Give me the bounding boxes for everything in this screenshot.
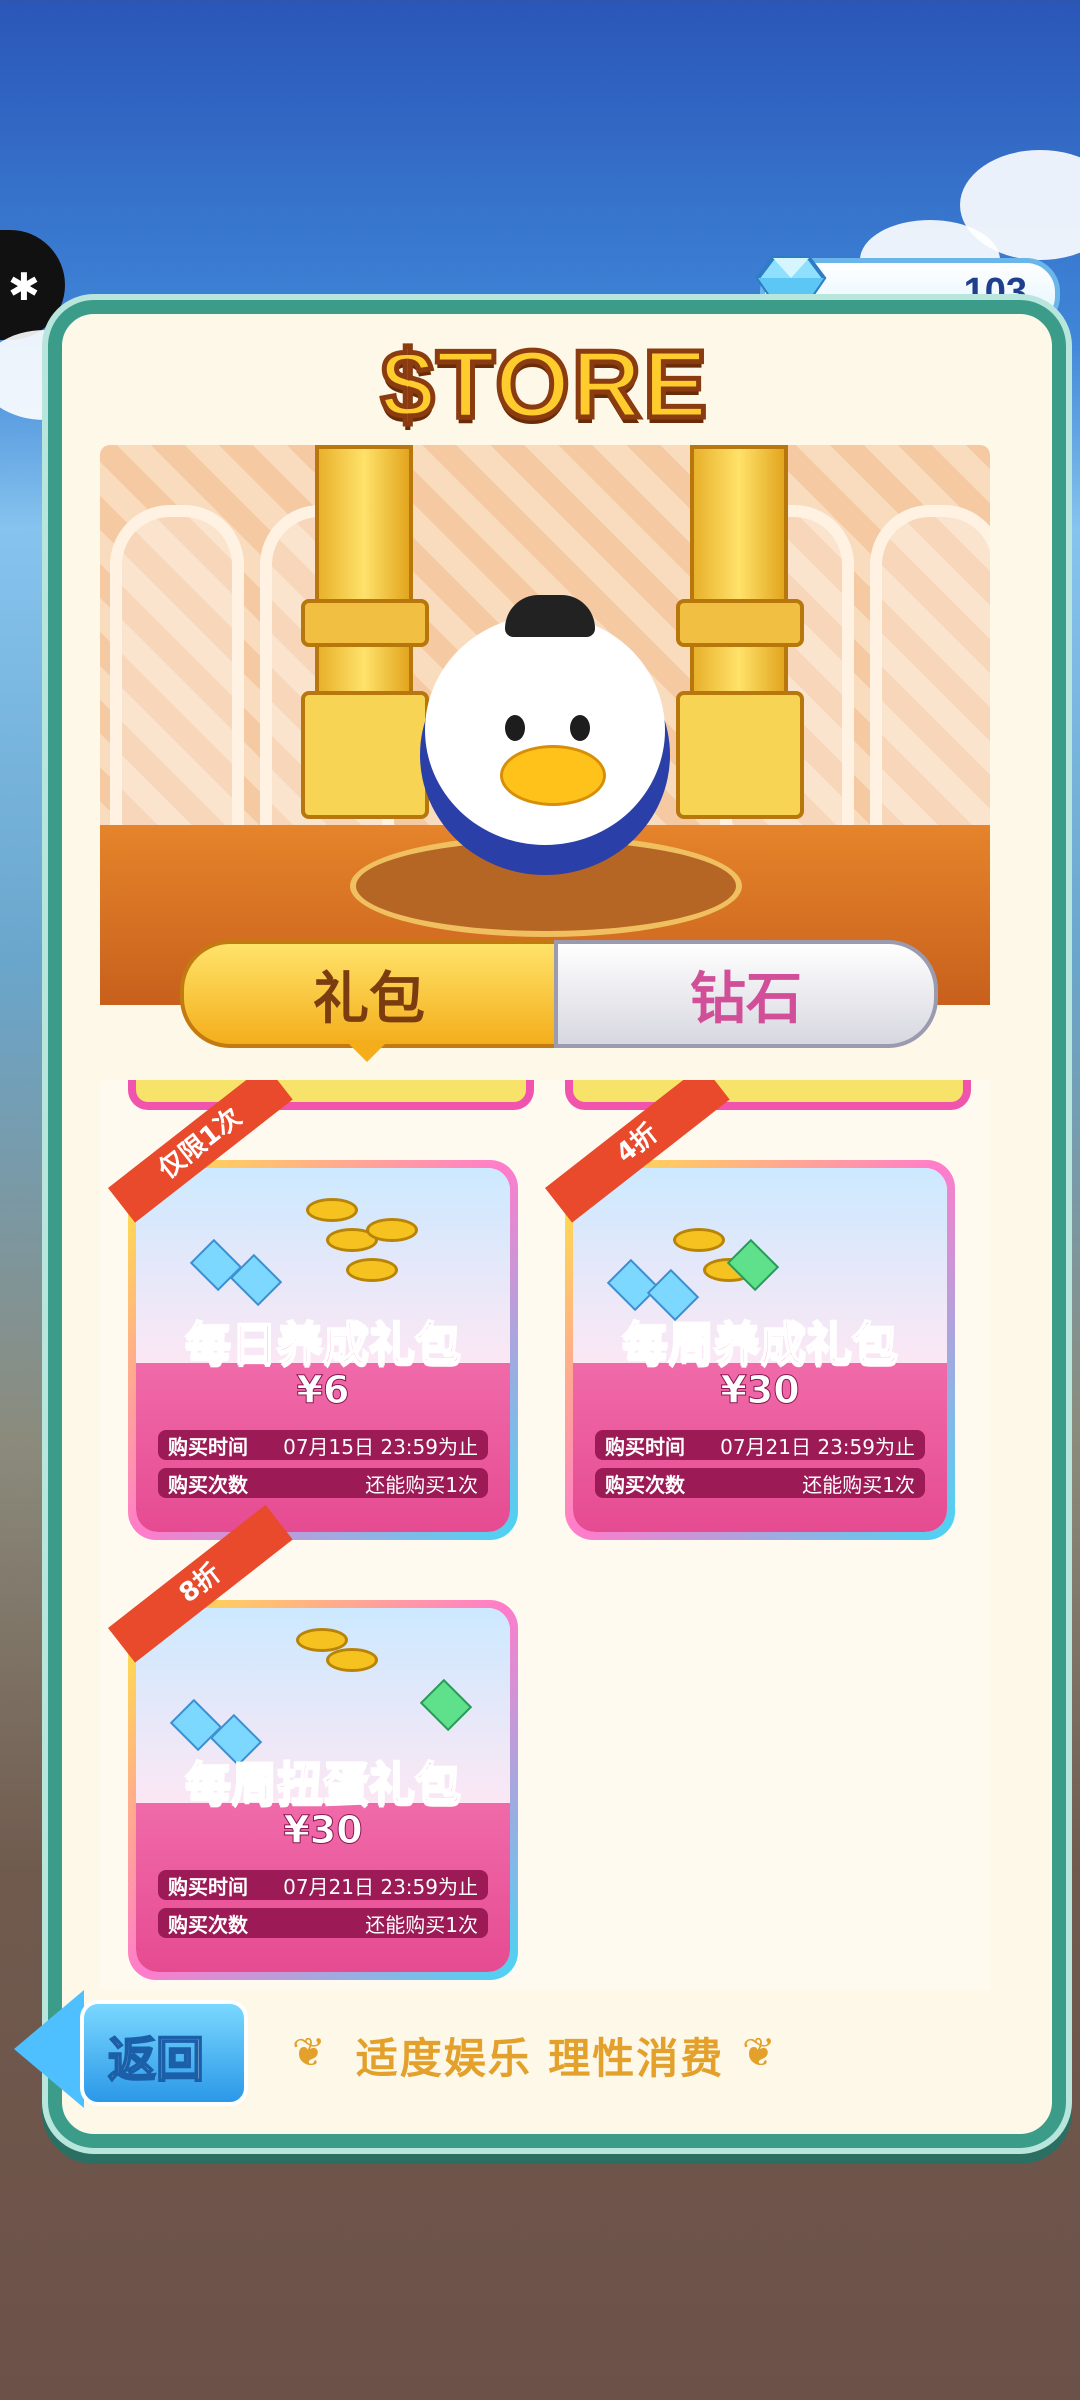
back-arrow-icon <box>14 1990 84 2108</box>
tab-gift-packs[interactable]: 礼包 <box>180 940 558 1048</box>
back-label: 返回 <box>107 2031 205 2089</box>
paw-icon: ❦ <box>742 2030 776 2076</box>
purchase-count-row: 购买次数 还能购买1次 <box>595 1468 925 1498</box>
package-list[interactable]: 每日养成礼包 ¥6 购买时间 07月15日 23:59为止 购买次数 还能购买1次 … <box>100 1080 990 1990</box>
tab-diamonds[interactable]: 钻石 <box>554 940 938 1048</box>
shopkeeper-character <box>420 595 670 885</box>
arch-window <box>870 505 990 859</box>
moderation-slogan: 适度娱乐 理性消费 <box>355 2034 725 2083</box>
back-button[interactable]: 返回 <box>14 1990 248 2108</box>
puzzle-icon: ✱ <box>8 265 40 309</box>
store-tabs: 礼包 钻石 <box>180 940 938 1048</box>
store-scene <box>100 445 990 1005</box>
selected-tab-pointer <box>345 1040 389 1062</box>
purchase-time-row: 购买时间 07月21日 23:59为止 <box>595 1430 925 1460</box>
card-edge-above <box>128 1080 534 1110</box>
package-card-weekly-growth[interactable]: 每周养成礼包 ¥30 购买时间 07月21日 23:59为止 购买次数 还能购买1次… <box>545 1080 955 1540</box>
purchase-time-row: 购买时间 07月15日 23:59为止 <box>158 1430 488 1460</box>
golden-pillar <box>301 445 429 819</box>
package-title: 每周养成礼包 <box>621 1316 899 1372</box>
store-title: $TORE <box>378 329 710 441</box>
card-edge-above <box>565 1080 971 1110</box>
package-price: ¥30 <box>720 1368 800 1413</box>
purchase-count-row: 购买次数 还能购买1次 <box>158 1908 488 1938</box>
package-price: ¥6 <box>296 1368 350 1413</box>
package-price: ¥30 <box>283 1808 363 1853</box>
golden-pillar <box>676 445 804 819</box>
package-card-weekly-gacha[interactable]: 每周扭蛋礼包 ¥30 购买时间 07月21日 23:59为止 购买次数 还能购买1次… <box>108 1504 518 1980</box>
package-title: 每日养成礼包 <box>184 1316 462 1372</box>
arch-window <box>110 505 244 859</box>
purchase-count-row: 购买次数 还能购买1次 <box>158 1468 488 1498</box>
purchase-time-row: 购买时间 07月21日 23:59为止 <box>158 1870 488 1900</box>
package-title: 每周扭蛋礼包 <box>184 1756 462 1812</box>
package-card-daily[interactable]: 每日养成礼包 ¥6 购买时间 07月15日 23:59为止 购买次数 还能购买1次 … <box>108 1080 518 1540</box>
